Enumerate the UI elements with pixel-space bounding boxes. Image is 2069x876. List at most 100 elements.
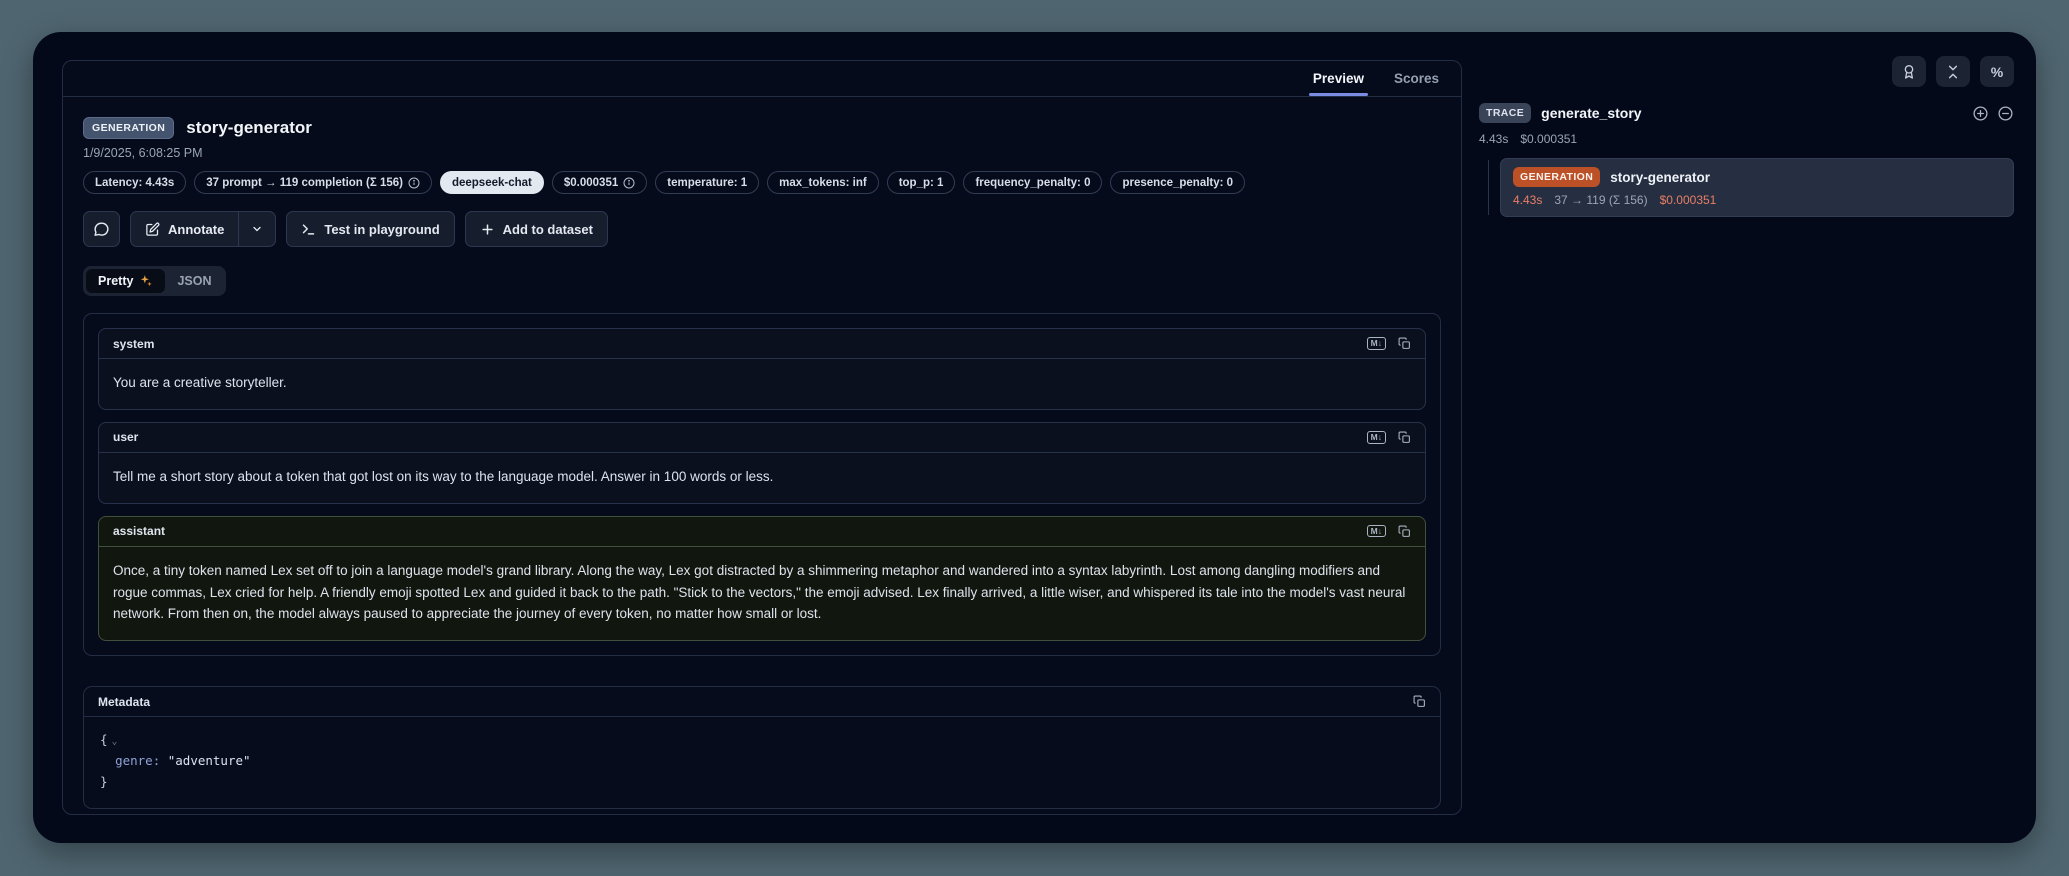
metadata-actions [1413, 695, 1426, 708]
message-content: Tell me a short story about a token that… [99, 453, 1425, 503]
message-actions: M↓ [1367, 431, 1411, 444]
message-role: user [113, 430, 138, 444]
window-controls: % [1475, 56, 2014, 87]
message-content: You are a creative storyteller. [99, 359, 1425, 409]
json-line: } [100, 772, 1424, 793]
pretty-label: Pretty [98, 274, 133, 288]
observation-tree: GENERATION story-generator 4.43s 37 → 11… [1475, 158, 2014, 217]
message-actions: M↓ [1367, 525, 1411, 538]
sparkles-icon [139, 274, 153, 288]
comment-bubble-icon [93, 221, 110, 238]
tree-item-cost: $0.000351 [1660, 193, 1717, 207]
award-ribbon-icon [1901, 64, 1917, 80]
json-collapse-chevron-icon[interactable]: ⌄ [112, 736, 118, 747]
playground-button[interactable]: Test in playground [286, 211, 454, 247]
expand-all-icon[interactable] [1972, 105, 1989, 122]
cost-pill: $0.000351 [552, 171, 647, 194]
json-key: genre: [115, 753, 160, 768]
tree-item-header: GENERATION story-generator [1513, 167, 2001, 187]
trace-tree-sidebar: % TRACE generate_story 4.43s $0.000351 [1475, 56, 2014, 815]
message-header: user M↓ [99, 423, 1425, 453]
trace-row[interactable]: TRACE generate_story [1475, 103, 2014, 123]
fold-vertical-icon [1945, 64, 1961, 80]
percent-metrics-button[interactable]: % [1980, 56, 2014, 87]
edit-pencil-icon [145, 222, 160, 237]
markdown-toggle-icon[interactable]: M↓ [1367, 525, 1386, 538]
markdown-toggle-icon[interactable]: M↓ [1367, 431, 1386, 444]
info-icon[interactable] [408, 177, 420, 189]
message-role: assistant [113, 524, 165, 538]
latency-pill: Latency: 4.43s [83, 171, 186, 194]
json-value: "adventure" [168, 753, 251, 768]
tab-pretty[interactable]: Pretty [86, 269, 165, 293]
copy-icon[interactable] [1413, 695, 1426, 708]
trace-latency: 4.43s [1479, 132, 1508, 146]
trace-metrics: 4.43s $0.000351 [1475, 132, 2014, 146]
percent-icon: % [1991, 64, 2003, 80]
trace-name: generate_story [1541, 105, 1962, 121]
panel-tabbar: Preview Scores [63, 61, 1461, 97]
annotate-label: Annotate [168, 222, 224, 237]
toolbar: Annotate Test in playground [83, 211, 1441, 247]
message-header: assistant M↓ [99, 517, 1425, 547]
tree-item-name: story-generator [1610, 170, 1710, 185]
copy-icon[interactable] [1398, 525, 1411, 538]
metadata-header: Metadata [84, 687, 1440, 717]
collapse-panel-button[interactable] [1936, 56, 1970, 87]
tab-json[interactable]: JSON [165, 269, 223, 293]
json-close-brace: } [100, 774, 108, 789]
chevron-down-icon [251, 223, 263, 235]
annotate-dropdown-button[interactable] [239, 212, 275, 246]
plus-icon [480, 222, 495, 237]
annotate-button[interactable]: Annotate [131, 212, 238, 246]
trace-cost: $0.000351 [1520, 132, 1577, 146]
generation-type-badge: GENERATION [1513, 167, 1600, 187]
json-line: {⌄ [100, 730, 1424, 751]
tree-item-tokens: 37 → 119 (Σ 156) [1554, 193, 1647, 207]
markdown-toggle-icon[interactable]: M↓ [1367, 337, 1386, 350]
tree-item-metrics: 4.43s 37 → 119 (Σ 156) $0.000351 [1513, 193, 2001, 207]
temperature-pill: temperature: 1 [655, 171, 759, 194]
message-header: system M↓ [99, 329, 1425, 359]
generation-type-badge: GENERATION [83, 117, 174, 139]
tree-item-story-generator[interactable]: GENERATION story-generator 4.43s 37 → 11… [1500, 158, 2014, 217]
message-content: Once, a tiny token named Lex set off to … [99, 547, 1425, 641]
model-pill[interactable]: deepseek-chat [440, 171, 544, 194]
presence-penalty-pill: presence_penalty: 0 [1110, 171, 1245, 194]
tree-controls [1972, 105, 2014, 122]
observation-panel: Preview Scores GENERATION story-generato… [62, 60, 1462, 815]
metrics-pill-row: Latency: 4.43s 37 prompt → 119 completio… [83, 171, 1441, 194]
json-line: genre: "adventure" [100, 751, 1424, 772]
metadata-json-viewer: {⌄ genre: "adventure" } [84, 717, 1440, 808]
io-messages-container: system M↓ You are a creative storyteller… [83, 313, 1441, 656]
metadata-title: Metadata [98, 695, 150, 709]
tab-scores[interactable]: Scores [1394, 61, 1439, 96]
metadata-card: Metadata {⌄ genre: "adventure" } [83, 686, 1441, 809]
top-p-pill: top_p: 1 [887, 171, 956, 194]
max-tokens-pill: max_tokens: inf [767, 171, 879, 194]
annotations-button[interactable] [1892, 56, 1926, 87]
message-card-system: system M↓ You are a creative storyteller… [98, 328, 1426, 410]
info-icon[interactable] [623, 177, 635, 189]
tree-item-latency: 4.43s [1513, 193, 1542, 207]
frequency-penalty-pill: frequency_penalty: 0 [963, 171, 1102, 194]
copy-icon[interactable] [1398, 431, 1411, 444]
observation-header: GENERATION story-generator [83, 117, 1441, 139]
comments-button[interactable] [83, 211, 120, 247]
message-card-assistant: assistant M↓ Once, a tiny token named Le… [98, 516, 1426, 642]
tab-preview[interactable]: Preview [1313, 61, 1364, 96]
message-role: system [113, 337, 154, 351]
app-window: Preview Scores GENERATION story-generato… [33, 32, 2036, 843]
collapse-all-icon[interactable] [1997, 105, 2014, 122]
trace-type-badge: TRACE [1479, 103, 1531, 123]
add-to-dataset-button[interactable]: Add to dataset [465, 211, 608, 247]
page-title: story-generator [186, 118, 312, 138]
io-view-switch: Pretty JSON [83, 266, 226, 296]
annotate-split-button: Annotate [130, 211, 276, 247]
message-card-user: user M↓ Tell me a short story about a to… [98, 422, 1426, 504]
terminal-icon [301, 222, 316, 237]
dataset-label: Add to dataset [503, 222, 593, 237]
copy-icon[interactable] [1398, 337, 1411, 350]
message-actions: M↓ [1367, 337, 1411, 350]
json-open-brace: { [100, 732, 108, 747]
